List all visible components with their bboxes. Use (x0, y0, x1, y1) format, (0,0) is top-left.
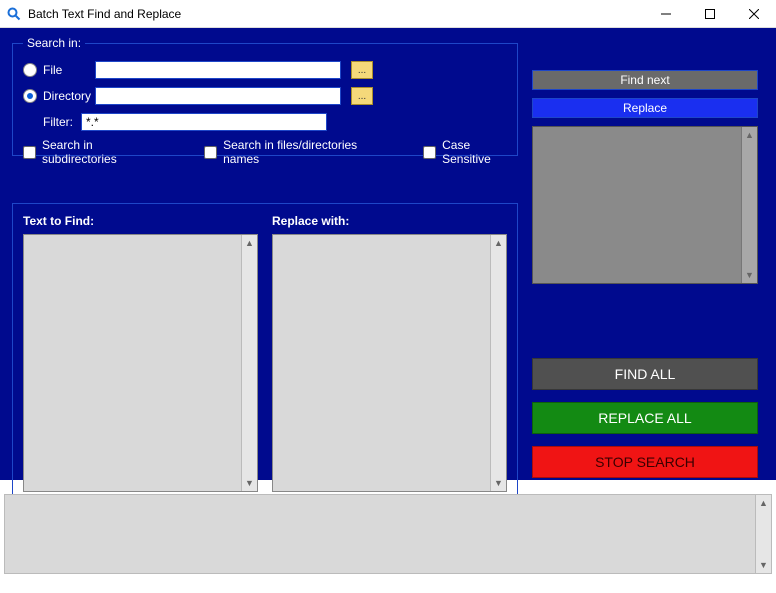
replace-scrollbar[interactable]: ▲ ▼ (490, 235, 506, 491)
search-in-legend: Search in: (23, 36, 85, 50)
scroll-down-icon: ▼ (756, 557, 771, 573)
scroll-down-icon: ▼ (491, 475, 506, 491)
find-all-button[interactable]: FIND ALL (532, 358, 758, 390)
replace-label: Replace with: (272, 214, 507, 228)
scroll-up-icon: ▲ (742, 127, 757, 143)
filter-input[interactable] (81, 113, 327, 131)
file-radio[interactable] (23, 63, 37, 77)
checkbox-row: Search in subdirectories Search in files… (23, 138, 507, 166)
replace-panel: Replace with: ▲ ▼ (272, 214, 507, 492)
replace-textarea[interactable]: ▲ ▼ (272, 234, 507, 492)
names-label: Search in files/directories names (223, 138, 367, 166)
results-list[interactable]: ▲ ▼ (532, 126, 758, 284)
subdirs-label: Search in subdirectories (42, 138, 148, 166)
close-button[interactable] (732, 0, 776, 27)
directory-label: Directory (43, 89, 95, 103)
title-bar: Batch Text Find and Replace (0, 0, 776, 28)
checkbox-icon (23, 146, 36, 159)
directory-row: Directory ... (23, 86, 507, 106)
directory-radio[interactable] (23, 89, 37, 103)
results-scrollbar[interactable]: ▲ ▼ (741, 127, 757, 283)
file-row: File ... (23, 60, 507, 80)
filter-row: Filter: (23, 112, 507, 132)
file-browse-button[interactable]: ... (351, 61, 373, 79)
directory-browse-button[interactable]: ... (351, 87, 373, 105)
case-label: Case Sensitive (442, 138, 507, 166)
big-buttons: FIND ALL REPLACE ALL STOP SEARCH (532, 358, 758, 478)
find-panel: Text to Find: ▲ ▼ (23, 214, 258, 492)
find-next-button[interactable]: Find next (532, 70, 758, 90)
scroll-up-icon: ▲ (756, 495, 771, 511)
search-in-group: Search in: File ... Directory ... Filter… (12, 36, 518, 156)
log-output[interactable]: ▲ ▼ (4, 494, 772, 574)
right-column: Find next Replace ▲ ▼ (532, 70, 758, 284)
directory-input[interactable] (95, 87, 341, 105)
find-label: Text to Find: (23, 214, 258, 228)
subdirs-check[interactable]: Search in subdirectories (23, 138, 148, 166)
scroll-up-icon: ▲ (242, 235, 257, 251)
find-scrollbar[interactable]: ▲ ▼ (241, 235, 257, 491)
file-input[interactable] (95, 61, 341, 79)
checkbox-icon (423, 146, 436, 159)
checkbox-icon (204, 146, 217, 159)
replace-button[interactable]: Replace (532, 98, 758, 118)
app-icon (6, 6, 22, 22)
stop-search-button[interactable]: STOP SEARCH (532, 446, 758, 478)
case-check[interactable]: Case Sensitive (423, 138, 507, 166)
names-check[interactable]: Search in files/directories names (204, 138, 367, 166)
maximize-button[interactable] (688, 0, 732, 27)
log-scrollbar[interactable]: ▲ ▼ (755, 495, 771, 573)
scroll-up-icon: ▲ (491, 235, 506, 251)
client-area: Search in: File ... Directory ... Filter… (0, 28, 776, 480)
scroll-down-icon: ▼ (742, 267, 757, 283)
window-title: Batch Text Find and Replace (28, 7, 644, 21)
replace-all-button[interactable]: REPLACE ALL (532, 402, 758, 434)
scroll-down-icon: ▼ (242, 475, 257, 491)
find-textarea[interactable]: ▲ ▼ (23, 234, 258, 492)
text-group: Text to Find: ▲ ▼ Replace with: ▲ ▼ (12, 203, 518, 503)
minimize-button[interactable] (644, 0, 688, 27)
file-label: File (43, 63, 95, 77)
filter-label: Filter: (43, 115, 81, 129)
